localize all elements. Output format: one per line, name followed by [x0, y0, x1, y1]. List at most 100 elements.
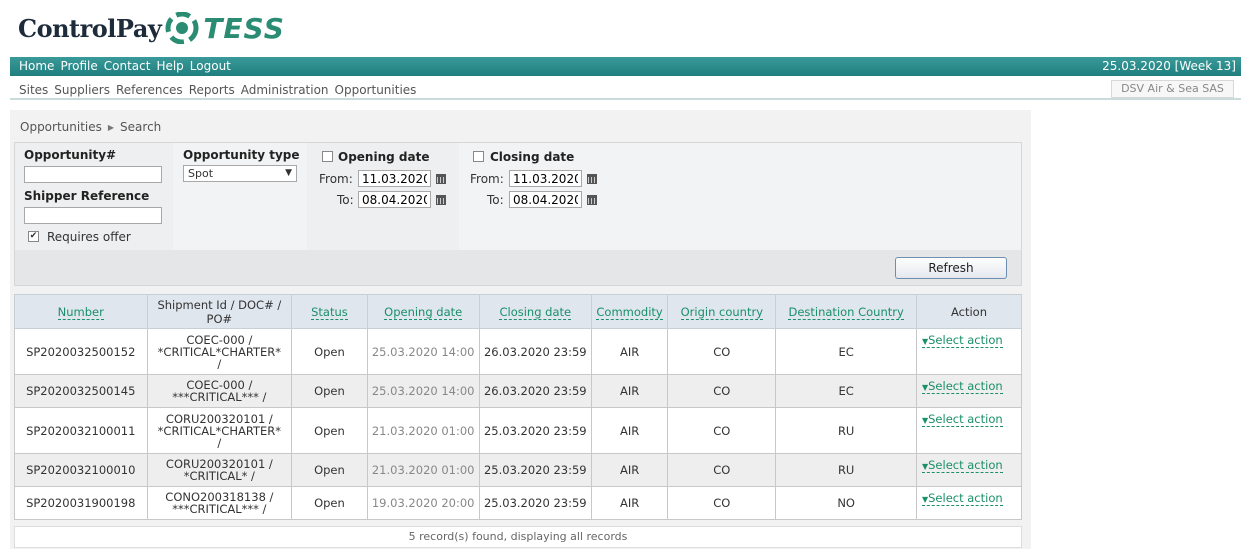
select-action-link[interactable]: ▼Select action	[921, 458, 1003, 473]
calendar-icon[interactable]	[587, 195, 597, 205]
select-action-link[interactable]: ▼Select action	[921, 491, 1003, 506]
cell-shipment-id: COEC-000 /***CRITICAL*** /	[146, 374, 293, 408]
cell-action: ▼Select action	[915, 374, 1023, 408]
closing-from-label: From:	[470, 172, 504, 186]
filter-col-opening: Opening date From: To:	[307, 143, 459, 250]
select-action-link[interactable]: ▼Select action	[921, 333, 1003, 348]
brand-name: ControlPay	[18, 13, 162, 43]
opportunity-input[interactable]	[24, 166, 162, 183]
refresh-button[interactable]: Refresh	[895, 257, 1007, 279]
cell-status: Open	[291, 407, 368, 454]
opening-from-label: From:	[319, 172, 353, 186]
opening-date-label: Opening date	[338, 150, 430, 164]
opening-date-checkbox[interactable]	[322, 151, 333, 162]
dropdown-arrow-icon: ▼	[285, 168, 292, 178]
nav-home[interactable]: Home	[19, 59, 54, 73]
cell-closing-date: 25.03.2020 23:59	[478, 453, 592, 487]
cell-shipment-id: COEC-000 /*CRITICAL*CHARTER* /	[146, 328, 293, 375]
cell-number: SP2020032100011	[14, 407, 148, 454]
cell-status: Open	[291, 374, 368, 408]
table-row: SP2020032500152 COEC-000 /*CRITICAL*CHAR…	[14, 328, 1023, 375]
col-closing-date[interactable]: Closing date	[478, 294, 592, 329]
breadcrumb-current: Search	[120, 120, 162, 134]
opening-to-input[interactable]	[358, 191, 431, 208]
shipper-reference-input[interactable]	[24, 207, 162, 224]
opportunity-type-value: Spot	[188, 167, 214, 180]
cell-status: Open	[291, 453, 368, 487]
table-header-row: Number Shipment Id / DOC# / PO# Status O…	[14, 294, 1023, 329]
requires-offer-checkbox[interactable]: ✔	[28, 231, 39, 242]
cell-action: ▼Select action	[915, 328, 1023, 375]
calendar-icon[interactable]	[587, 174, 597, 184]
shipper-reference-label: Shipper Reference	[24, 189, 150, 203]
search-filters: Opportunity# Shipper Reference ✔ Require…	[14, 142, 1022, 286]
records-status: 5 record(s) found, displaying all record…	[14, 526, 1022, 548]
calendar-icon[interactable]	[436, 174, 446, 184]
filter-col-type: Opportunity type Spot ▼	[173, 143, 307, 250]
nav-profile[interactable]: Profile	[60, 59, 97, 73]
company-badge: DSV Air & Sea SAS	[1111, 80, 1234, 98]
breadcrumb-root[interactable]: Opportunities	[20, 120, 102, 134]
cell-action: ▼Select action	[915, 453, 1023, 487]
breadcrumb: Opportunities ▶ Search	[20, 120, 161, 134]
cell-origin: CO	[667, 328, 777, 375]
cell-opening-date: 25.03.2020 14:00	[366, 328, 480, 375]
cell-number: SP2020031900198	[14, 486, 148, 520]
cell-origin: CO	[667, 407, 777, 454]
closing-to-input[interactable]	[509, 191, 582, 208]
col-status[interactable]: Status	[291, 294, 368, 329]
cell-destination: RU	[775, 453, 917, 487]
nav-contact[interactable]: Contact	[104, 59, 151, 73]
breadcrumb-arrow-icon: ▶	[107, 122, 115, 132]
cell-number: SP2020032500152	[14, 328, 148, 375]
calendar-icon[interactable]	[436, 195, 446, 205]
col-opening-date[interactable]: Opening date	[366, 294, 480, 329]
filter-col-closing: Closing date From: To:	[459, 143, 1021, 250]
filter-col-opportunity: Opportunity# Shipper Reference ✔ Require…	[15, 143, 173, 250]
top-nav-bar: Home Profile Contact Help Logout 25.03.2…	[10, 57, 1241, 76]
cell-commodity: AIR	[590, 407, 669, 454]
closing-date-checkbox[interactable]	[473, 151, 484, 162]
nav-logout[interactable]: Logout	[190, 59, 231, 73]
cell-origin: CO	[667, 374, 777, 408]
col-destination-country[interactable]: Destination Country	[775, 294, 917, 329]
cell-status: Open	[291, 328, 368, 375]
closing-from-input[interactable]	[509, 170, 582, 187]
opportunities-table: Number Shipment Id / DOC# / PO# Status O…	[14, 294, 1023, 520]
subnav-sites[interactable]: Sites	[19, 83, 48, 97]
select-action-link[interactable]: ▼Select action	[921, 412, 1003, 427]
subnav-opportunities[interactable]: Opportunities	[335, 83, 417, 97]
main-panel: Opportunities ▶ Search Opportunity# Ship…	[10, 110, 1031, 549]
cell-shipment-id: CORU200320101 /*CRITICAL* /	[146, 453, 293, 487]
cell-closing-date: 25.03.2020 23:59	[478, 486, 592, 520]
col-commodity[interactable]: Commodity	[590, 294, 669, 329]
opportunity-type-select[interactable]: Spot ▼	[183, 165, 297, 182]
table-row: SP2020032100010 CORU200320101 /*CRITICAL…	[14, 453, 1023, 487]
cell-destination: NO	[775, 486, 917, 520]
opening-to-label: To:	[337, 193, 354, 207]
cell-commodity: AIR	[590, 453, 669, 487]
subnav-reports[interactable]: Reports	[189, 83, 235, 97]
cell-shipment-id: CORU200320101 /*CRITICAL*CHARTER* /	[146, 407, 293, 454]
col-number[interactable]: Number	[14, 294, 148, 329]
partner-name: TESS	[203, 11, 285, 45]
current-date: 25.03.2020 [Week 13]	[1102, 59, 1236, 73]
requires-offer-label: Requires offer	[47, 230, 131, 244]
logo: ControlPay TESS	[18, 8, 285, 48]
table-row: SP2020032100011 CORU200320101 /*CRITICAL…	[14, 407, 1023, 454]
subnav-administration[interactable]: Administration	[241, 83, 329, 97]
cell-action: ▼Select action	[915, 407, 1023, 454]
opportunity-label: Opportunity#	[24, 148, 117, 162]
subnav-references[interactable]: References	[116, 83, 183, 97]
select-action-link[interactable]: ▼Select action	[921, 379, 1003, 394]
cell-destination: EC	[775, 374, 917, 408]
cell-closing-date: 26.03.2020 23:59	[478, 374, 592, 408]
subnav-suppliers[interactable]: Suppliers	[54, 83, 110, 97]
cell-opening-date: 21.03.2020 01:00	[366, 453, 480, 487]
opening-from-input[interactable]	[358, 170, 431, 187]
col-origin-country[interactable]: Origin country	[667, 294, 777, 329]
table-row: SP2020032500145 COEC-000 /***CRITICAL***…	[14, 374, 1023, 408]
nav-help[interactable]: Help	[156, 59, 183, 73]
table-row: SP2020031900198 CONO200318138 /***CRITIC…	[14, 486, 1023, 520]
cell-origin: CO	[667, 453, 777, 487]
